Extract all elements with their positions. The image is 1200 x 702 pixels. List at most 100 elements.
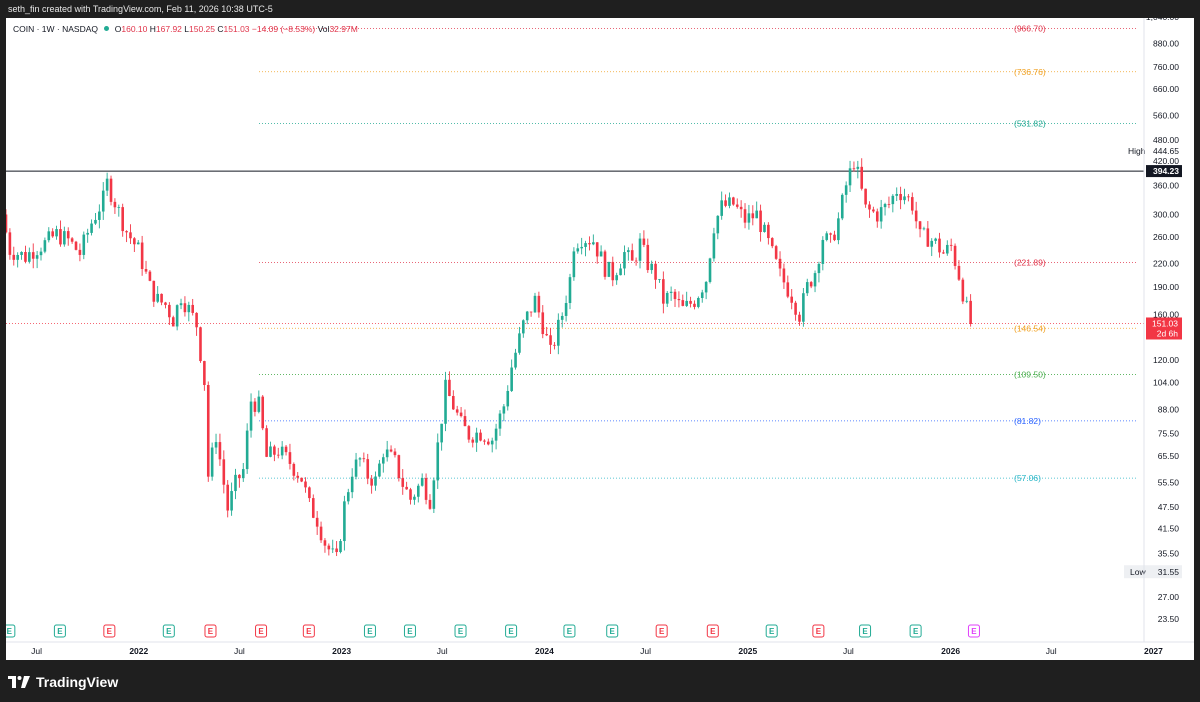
candle-body xyxy=(930,240,934,247)
candle-body xyxy=(47,231,51,241)
price-axis-label: 880.00 xyxy=(1153,39,1179,49)
time-axis-label: Jul xyxy=(234,646,245,656)
candle-body xyxy=(222,459,226,485)
candle-body xyxy=(164,302,167,305)
candle-body xyxy=(210,447,214,477)
candle-body xyxy=(43,240,47,252)
price-axis-label: 120.00 xyxy=(1153,355,1179,365)
candle-body xyxy=(903,196,906,201)
candle-body xyxy=(704,281,708,293)
candle-body xyxy=(813,273,817,287)
tradingview-logo[interactable]: TradingView xyxy=(8,674,118,690)
candle-body xyxy=(370,478,373,486)
time-axis-label: Jul xyxy=(640,646,651,656)
candle-body xyxy=(969,300,972,324)
earnings-marker-label: E xyxy=(107,627,113,636)
time-axis-label: 2027 xyxy=(1144,646,1163,656)
candle-body xyxy=(362,458,366,460)
close-value: 151.03 xyxy=(223,24,250,34)
candle-body xyxy=(31,252,35,259)
candle-body xyxy=(518,333,521,353)
candle-body xyxy=(735,204,739,207)
candle-body xyxy=(179,303,183,306)
earnings-marker-label: E xyxy=(7,627,13,636)
candle-body xyxy=(541,312,545,335)
price-axis-label: 560.00 xyxy=(1153,110,1179,120)
fib-level-label: (81.82) xyxy=(1014,416,1041,426)
candle-body xyxy=(311,498,315,518)
earnings-marker-label: E xyxy=(306,627,312,636)
candle-body xyxy=(580,246,583,249)
candle-body xyxy=(568,277,572,304)
candle-body xyxy=(133,238,136,245)
candle-body xyxy=(226,484,230,511)
candle-body xyxy=(331,548,335,550)
candle-body xyxy=(428,499,432,509)
volume-value: 32.97M xyxy=(329,24,358,34)
candle-body xyxy=(319,526,323,541)
horizontal-line-value: 394.23 xyxy=(1153,166,1179,176)
candle-body xyxy=(70,238,74,242)
candle-body xyxy=(662,279,665,304)
candle-body xyxy=(545,334,548,336)
price-axis-label: 75.50 xyxy=(1158,429,1180,439)
symbol-label[interactable]: COIN · 1W · NASDAQ xyxy=(13,24,98,34)
candle-body xyxy=(879,207,883,222)
candle-body xyxy=(381,457,385,464)
candle-body xyxy=(191,304,195,313)
candle-body xyxy=(732,197,735,205)
time-axis-label: 2025 xyxy=(738,646,757,656)
candle-body xyxy=(117,207,121,208)
fib-level-label: (109.50) xyxy=(1014,370,1046,380)
candle-body xyxy=(327,545,331,550)
candle-body xyxy=(817,263,821,274)
time-axis-label: Jul xyxy=(843,646,854,656)
time-axis-label: Jul xyxy=(1046,646,1057,656)
candle-body xyxy=(471,439,475,443)
candle-body xyxy=(416,485,420,497)
chart-credit: seth_fin created with TradingView.com, F… xyxy=(8,4,273,14)
candle-body xyxy=(658,279,661,280)
candle-body xyxy=(487,441,490,445)
candle-body xyxy=(829,233,832,235)
candle-body xyxy=(751,213,755,219)
earnings-marker-label: E xyxy=(659,627,665,636)
candle-body xyxy=(852,168,856,170)
candle-body xyxy=(346,492,350,502)
candle-body xyxy=(24,251,27,262)
candle-body xyxy=(553,344,556,346)
candle-body xyxy=(28,252,31,262)
candle-body xyxy=(650,263,653,271)
candle-body xyxy=(59,229,62,245)
last-price-countdown: 2d 6h xyxy=(1157,328,1179,338)
candle-body xyxy=(945,244,949,254)
candle-body xyxy=(907,196,910,198)
candle-body xyxy=(716,215,720,234)
candle-body xyxy=(895,193,899,196)
price-chart[interactable]: (966.70) (736.76) (531.82) (221.89) (146.54)… xyxy=(6,18,1194,660)
chart-panel[interactable]: (966.70) (736.76) (531.82) (221.89) (146.54)… xyxy=(6,18,1194,660)
candle-body xyxy=(685,300,688,306)
candle-body xyxy=(238,474,241,479)
candle-body xyxy=(218,442,222,460)
candle-body xyxy=(455,409,459,413)
candle-body xyxy=(6,214,8,233)
candle-body xyxy=(891,195,895,205)
candle-body xyxy=(300,477,303,482)
candle-body xyxy=(269,446,272,457)
candle-body xyxy=(720,200,723,216)
candle-body xyxy=(101,190,105,212)
candle-body xyxy=(39,251,43,256)
earnings-marker-label: E xyxy=(166,627,172,636)
candle-body xyxy=(564,303,568,316)
candle-body xyxy=(171,317,175,327)
candle-body xyxy=(339,541,342,553)
time-axis-label: 2023 xyxy=(332,646,351,656)
price-axis-label: 65.50 xyxy=(1158,451,1180,461)
tradingview-brand: TradingView xyxy=(36,674,119,690)
earnings-marker-label: E xyxy=(862,627,868,636)
candle-body xyxy=(689,300,692,304)
candle-body xyxy=(63,231,66,245)
candle-body xyxy=(712,233,716,259)
earnings-marker-label: E xyxy=(407,627,413,636)
